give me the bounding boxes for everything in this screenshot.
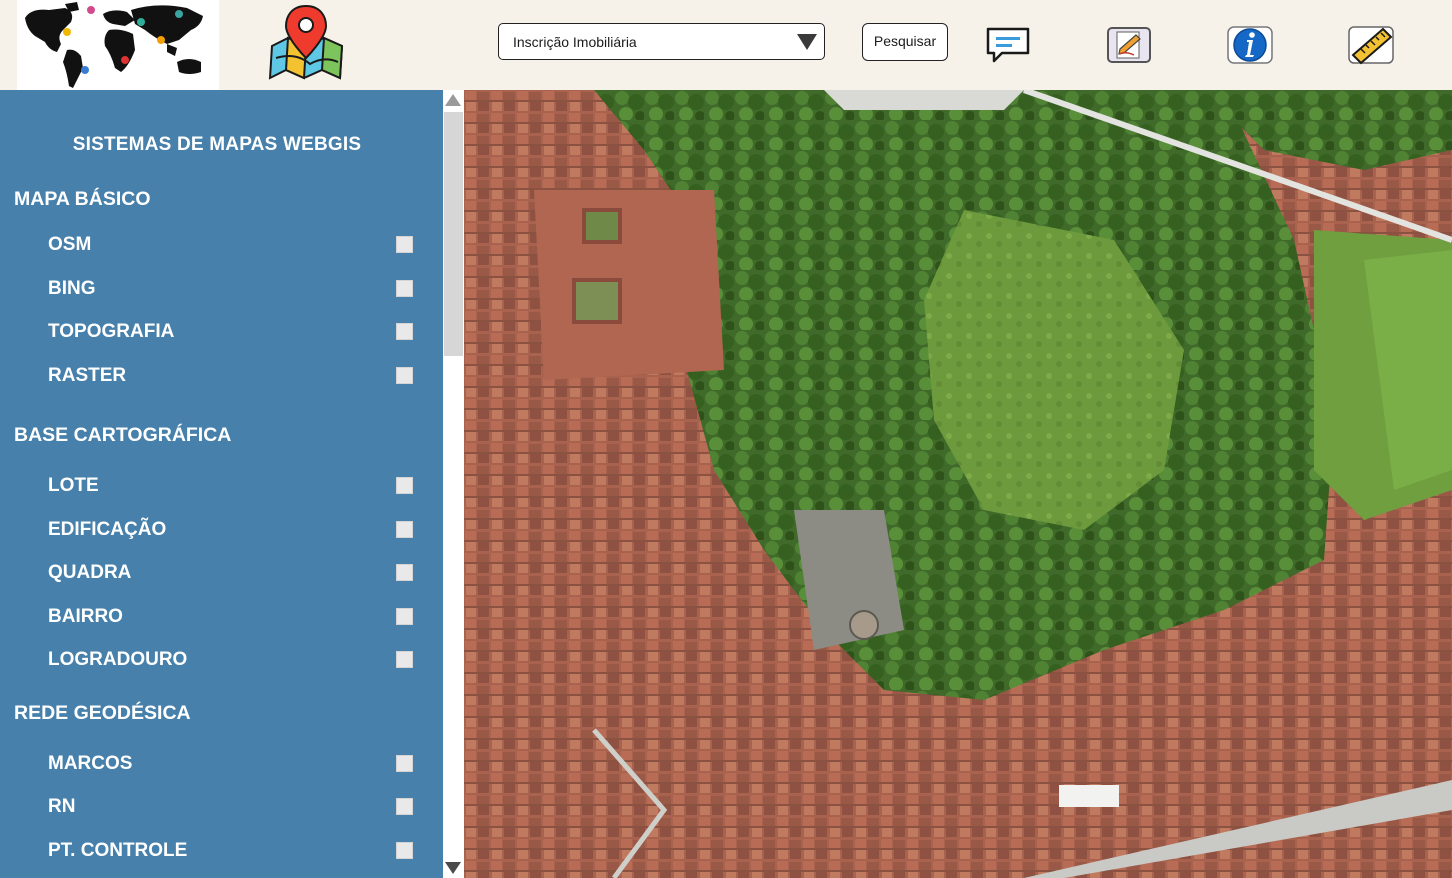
chat-icon[interactable] xyxy=(984,25,1032,65)
layer-item-rn[interactable]: RN xyxy=(48,793,418,823)
layer-item-logradouro[interactable]: LOGRADOURO xyxy=(48,646,418,676)
aerial-imagery xyxy=(464,90,1452,878)
top-bar: Inscrição Imobiliária Pesquisar xyxy=(0,0,1452,90)
section-mapa-basico: MAPA BÁSICO xyxy=(14,188,151,210)
sidebar-scrollbar[interactable] xyxy=(443,90,464,878)
layer-item-bing[interactable]: BING xyxy=(48,275,418,305)
layer-item-bairro[interactable]: BAIRRO xyxy=(48,603,418,633)
world-map-logo-icon xyxy=(17,0,219,90)
layer-checkbox[interactable] xyxy=(396,608,413,625)
layer-label: LOTE xyxy=(48,475,99,496)
layer-checkbox[interactable] xyxy=(396,477,413,494)
layer-label: BING xyxy=(48,278,96,299)
search-type-select[interactable]: Inscrição Imobiliária xyxy=(498,23,825,60)
layer-checkbox[interactable] xyxy=(396,521,413,538)
section-rede-geodesica: REDE GEODÉSICA xyxy=(14,702,191,724)
layer-checkbox[interactable] xyxy=(396,367,413,384)
search-button[interactable]: Pesquisar xyxy=(862,23,948,61)
layer-item-osm[interactable]: OSM xyxy=(48,231,418,261)
layer-checkbox[interactable] xyxy=(396,280,413,297)
ruler-icon[interactable] xyxy=(1347,25,1395,65)
layers-sidebar: SISTEMAS DE MAPAS WEBGIS MAPA BÁSICO OSM… xyxy=(0,90,443,878)
layer-label: RN xyxy=(48,796,76,817)
layer-label: QUADRA xyxy=(48,562,132,583)
layer-item-lote[interactable]: LOTE xyxy=(48,472,418,502)
layer-item-quadra[interactable]: QUADRA xyxy=(48,559,418,589)
layer-label: LOGRADOURO xyxy=(48,649,188,670)
layer-label: BAIRRO xyxy=(48,606,123,627)
layer-checkbox[interactable] xyxy=(396,651,413,668)
layer-checkbox[interactable] xyxy=(396,842,413,859)
layer-label: PT. CONTROLE xyxy=(48,840,188,861)
layer-checkbox[interactable] xyxy=(396,798,413,815)
layer-item-pt-controle[interactable]: PT. CONTROLE xyxy=(48,837,418,867)
layer-item-marcos[interactable]: MARCOS xyxy=(48,750,418,780)
sidebar-title: SISTEMAS DE MAPAS WEBGIS xyxy=(72,134,362,155)
edit-document-icon[interactable] xyxy=(1106,25,1154,65)
layer-label: RASTER xyxy=(48,365,127,386)
section-base-cartografica: BASE CARTOGRÁFICA xyxy=(14,424,232,446)
chevron-down-icon xyxy=(797,34,817,50)
search-type-selected-value: Inscrição Imobiliária xyxy=(513,34,637,50)
layer-label: EDIFICAÇÃO xyxy=(48,519,167,540)
scroll-thumb[interactable] xyxy=(444,112,463,356)
layer-item-edificacao[interactable]: EDIFICAÇÃO xyxy=(48,516,418,546)
layer-label: MARCOS xyxy=(48,753,133,774)
layer-item-raster[interactable]: RASTER xyxy=(48,362,418,392)
layer-checkbox[interactable] xyxy=(396,236,413,253)
layer-checkbox[interactable] xyxy=(396,564,413,581)
info-icon[interactable] xyxy=(1226,25,1274,65)
scroll-up-arrow-icon[interactable] xyxy=(445,94,461,106)
scroll-down-arrow-icon[interactable] xyxy=(445,862,461,874)
layer-checkbox[interactable] xyxy=(396,323,413,340)
map-view[interactable] xyxy=(464,90,1452,878)
layer-label: TOPOGRAFIA xyxy=(48,321,175,342)
layer-item-topografia[interactable]: TOPOGRAFIA xyxy=(48,318,418,348)
map-pin-logo-icon xyxy=(266,4,346,80)
layer-label: OSM xyxy=(48,234,92,255)
layer-checkbox[interactable] xyxy=(396,755,413,772)
